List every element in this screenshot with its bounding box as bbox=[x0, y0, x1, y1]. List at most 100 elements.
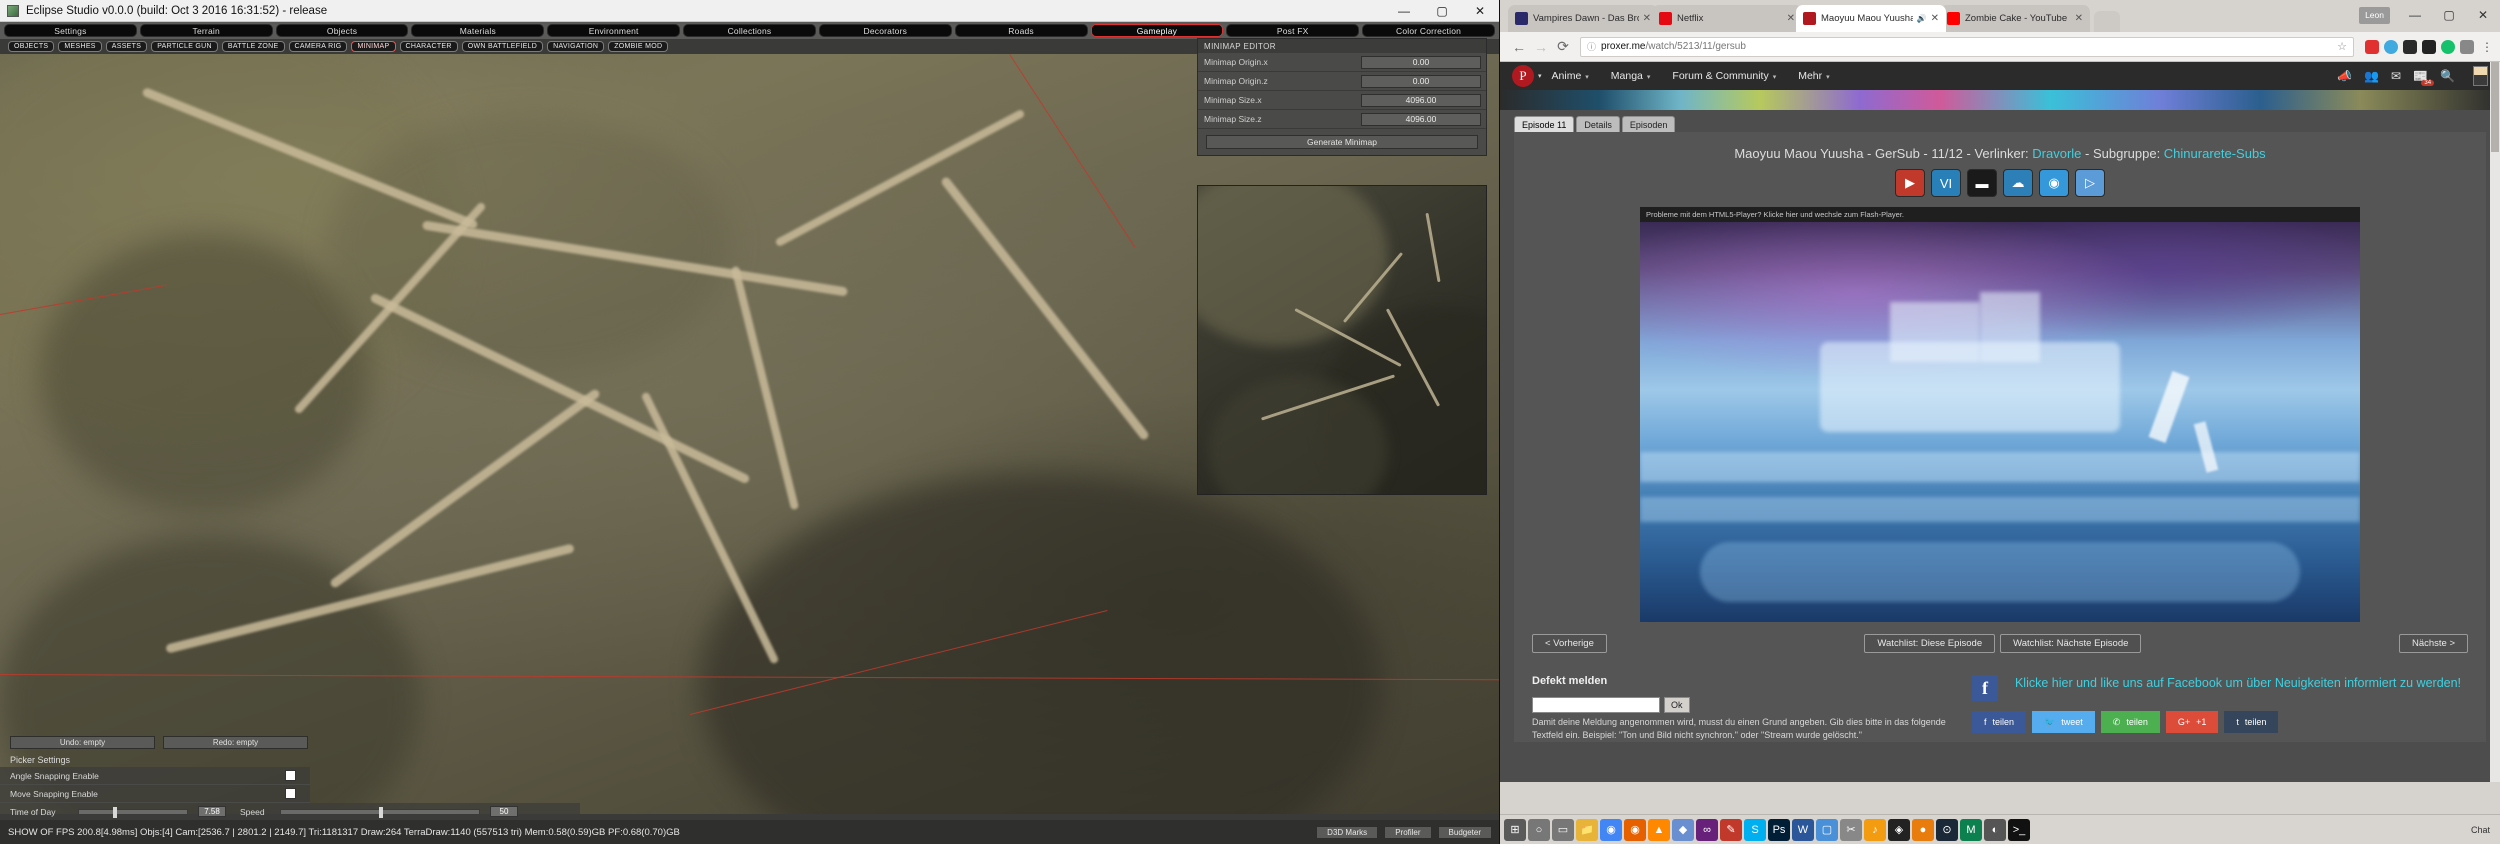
editor-tab-materials[interactable]: Materials bbox=[411, 24, 545, 37]
grammarly-icon[interactable] bbox=[2441, 39, 2455, 54]
prev-episode-button[interactable]: < Vorherige bbox=[1532, 634, 1607, 653]
close-button[interactable]: ✕ bbox=[1461, 0, 1499, 22]
editor-tab-objects[interactable]: Objects bbox=[275, 24, 409, 37]
page-info-icon[interactable]: ⓘ bbox=[1587, 40, 1596, 53]
editor-subtab-battle-zone[interactable]: BATTLE ZONE bbox=[221, 41, 285, 52]
watchlist-this-button[interactable]: Watchlist: Diese Episode bbox=[1864, 634, 1996, 653]
verlinker-link[interactable]: Dravorle bbox=[2032, 146, 2081, 161]
editor-subtab-particle-gun[interactable]: PARTICLE GUN bbox=[151, 41, 218, 52]
search-icon[interactable]: 🔍 bbox=[2440, 69, 2455, 83]
globe-icon[interactable] bbox=[2384, 39, 2398, 54]
page-scrollbar[interactable] bbox=[2490, 62, 2500, 782]
angle-snapping-checkbox[interactable] bbox=[285, 770, 296, 781]
friends-icon[interactable]: 👥 bbox=[2364, 69, 2379, 83]
report-input[interactable] bbox=[1532, 697, 1660, 713]
minimap-field-value[interactable]: 4096.00 bbox=[1361, 112, 1481, 126]
proxer-tab-episoden[interactable]: Episoden bbox=[1621, 116, 1676, 132]
firefox-icon[interactable]: ◉ bbox=[1624, 818, 1646, 841]
unity-icon[interactable]: ◈ bbox=[1888, 818, 1910, 841]
proxer-stream-icon[interactable]: ▶ bbox=[1895, 169, 1925, 197]
tab-audio-icon[interactable]: 🔊 bbox=[1917, 14, 1927, 23]
editor-tab-decorators[interactable]: Decorators bbox=[818, 24, 952, 37]
blender-icon[interactable]: ● bbox=[1912, 818, 1934, 841]
browser-tab[interactable]: Vampires Dawn - Das Bro ✕ bbox=[1508, 5, 1658, 32]
facebook-icon[interactable]: f bbox=[1972, 675, 1998, 701]
browser-tab[interactable]: Netflix ✕ bbox=[1652, 5, 1802, 32]
editor-subtab-navigation[interactable]: NAVIGATION bbox=[547, 41, 605, 52]
tumblr-share-button[interactable]: t teilen bbox=[2224, 711, 2279, 733]
forward-icon[interactable]: → bbox=[1530, 36, 1552, 58]
explorer-icon[interactable]: 📁 bbox=[1576, 818, 1598, 841]
tab-close-icon[interactable]: ✕ bbox=[1787, 13, 1795, 24]
maximize-button[interactable]: ▢ bbox=[1423, 0, 1461, 22]
lastpass-icon[interactable] bbox=[2460, 39, 2474, 54]
editor-subtab-camera-rig[interactable]: CAMERA RIG bbox=[288, 41, 348, 52]
generate-minimap-button[interactable]: Generate Minimap bbox=[1206, 135, 1478, 149]
tab-close-icon[interactable]: ✕ bbox=[1643, 13, 1651, 24]
editor-tab-gameplay[interactable]: Gameplay bbox=[1090, 24, 1224, 37]
editor-tab-settings[interactable]: Settings bbox=[4, 24, 137, 37]
mail-icon[interactable] bbox=[2403, 39, 2417, 54]
editor-tab-environment[interactable]: Environment bbox=[547, 24, 681, 37]
chat-indicator[interactable]: Chat bbox=[2471, 825, 2496, 835]
editor-subtab-minimap[interactable]: MINIMAP bbox=[351, 41, 396, 52]
music-icon[interactable]: ♪ bbox=[1864, 818, 1886, 841]
back-icon[interactable]: ← bbox=[1508, 36, 1530, 58]
adblock-icon[interactable] bbox=[2365, 39, 2379, 54]
openload-icon[interactable]: ◉ bbox=[2039, 169, 2069, 197]
window-icon[interactable]: ▢ bbox=[1816, 818, 1838, 841]
minimap-field-value[interactable]: 4096.00 bbox=[1361, 93, 1481, 107]
minimap-preview[interactable] bbox=[1197, 185, 1487, 495]
next-episode-button[interactable]: Nächste > bbox=[2398, 634, 2468, 653]
vivo-icon[interactable]: VI bbox=[1931, 169, 1961, 197]
proxer-nav-mehr[interactable]: Mehr ▾ bbox=[1798, 70, 1829, 82]
terminal-icon[interactable]: >_ bbox=[2008, 818, 2030, 841]
mp4upload-icon[interactable]: ▷ bbox=[2075, 169, 2105, 197]
photoshop-icon[interactable]: Ps bbox=[1768, 818, 1790, 841]
move-snapping-row[interactable]: Move Snapping Enable bbox=[0, 785, 310, 803]
status-button-budgeter[interactable]: Budgeter bbox=[1437, 825, 1492, 839]
news-icon[interactable]: 📰 34 bbox=[2413, 69, 2435, 86]
address-bar[interactable]: ⓘ proxer.me/watch/5213/11/gersub ☆ bbox=[1580, 36, 2354, 57]
paint-icon[interactable]: ✎ bbox=[1720, 818, 1742, 841]
browser-minimize-button[interactable]: — bbox=[2398, 0, 2432, 30]
tab-close-icon[interactable]: ✕ bbox=[2075, 13, 2083, 24]
tab-close-icon[interactable]: ✕ bbox=[1931, 13, 1939, 24]
time-of-day-slider[interactable] bbox=[78, 806, 188, 818]
word-icon[interactable]: W bbox=[1792, 818, 1814, 841]
maya-icon[interactable]: M bbox=[1960, 818, 1982, 841]
twitter-share-button[interactable]: 🐦 tweet bbox=[2032, 711, 2095, 733]
undo-button[interactable]: Undo: empty bbox=[10, 736, 155, 749]
steam-icon[interactable]: ⊙ bbox=[1936, 818, 1958, 841]
proxer-tab-episode-11[interactable]: Episode 11 bbox=[1514, 116, 1575, 132]
proxer-nav-manga[interactable]: Manga ▾ bbox=[1611, 70, 1651, 82]
editor-subtab-assets[interactable]: ASSETS bbox=[105, 41, 148, 52]
editor-subtab-objects[interactable]: OBJECTS bbox=[8, 41, 55, 52]
speed-value[interactable]: 50 bbox=[490, 806, 518, 817]
facebook-cta-text[interactable]: Klicke hier und like uns auf Facebook um… bbox=[2008, 675, 2468, 692]
dailymotion-icon[interactable]: ▬ bbox=[1967, 169, 1997, 197]
facebook-share-button[interactable]: f teilen bbox=[1972, 711, 2027, 733]
chrome-icon[interactable]: ◉ bbox=[1600, 818, 1622, 841]
new-tab-button[interactable] bbox=[2094, 11, 2120, 32]
megaphone-icon[interactable]: 📣 bbox=[2337, 69, 2352, 83]
browser-tab[interactable]: Zombie Cake - YouTube ✕ bbox=[1940, 5, 2090, 32]
proxer-tab-details[interactable]: Details bbox=[1576, 116, 1620, 132]
speed-slider[interactable] bbox=[280, 806, 480, 818]
tool-icon[interactable]: ✂ bbox=[1840, 818, 1862, 841]
editor-subtab-meshes[interactable]: MESHES bbox=[58, 41, 102, 52]
status-button-profiler[interactable]: Profiler bbox=[1384, 825, 1432, 839]
editor-tab-post-fx[interactable]: Post FX bbox=[1226, 24, 1360, 37]
taskview-icon[interactable]: ▭ bbox=[1552, 818, 1574, 841]
cortana-icon[interactable]: ○ bbox=[1528, 818, 1550, 841]
vlc-icon[interactable]: ▲ bbox=[1648, 818, 1670, 841]
editor-subtab-own-battlefield[interactable]: OWN BATTLEFIELD bbox=[461, 41, 544, 52]
app-icon[interactable]: ◐ bbox=[1984, 818, 2006, 841]
angle-snapping-row[interactable]: Angle Snapping Enable bbox=[0, 767, 310, 785]
video-player[interactable] bbox=[1640, 222, 2360, 622]
browser-maximize-button[interactable]: ▢ bbox=[2432, 0, 2466, 30]
start-button[interactable]: ⊞ bbox=[1504, 818, 1526, 841]
editor-subtab-zombie-mod[interactable]: ZOMBIE MOD bbox=[608, 41, 669, 52]
vs-icon[interactable]: ∞ bbox=[1696, 818, 1718, 841]
googleplus-share-button[interactable]: G+ +1 bbox=[2165, 711, 2219, 733]
